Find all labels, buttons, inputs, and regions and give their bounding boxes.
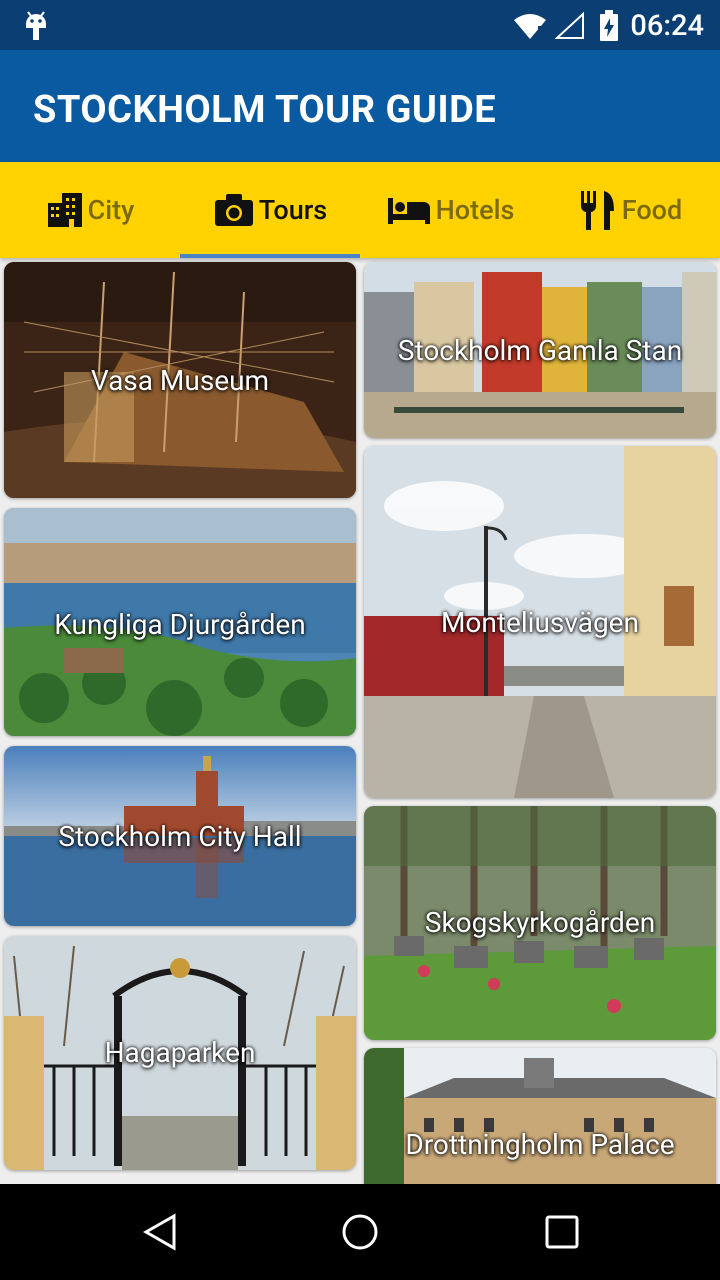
card-title: Hagaparken [104, 1036, 256, 1069]
back-icon[interactable] [140, 1212, 180, 1252]
tab-hotels-label: Hotels [435, 194, 515, 226]
card-title: Skogskyrkogården [424, 906, 656, 939]
camera-icon [214, 194, 253, 226]
places-grid: Vasa Museum Kungliga Djurgården Stockhol [0, 258, 720, 1184]
tab-bar: City Tours Hotels Food [0, 162, 720, 258]
status-time: 06:24 [630, 9, 704, 43]
card-vasa-museum[interactable]: Vasa Museum [4, 262, 356, 498]
card-title: Kungliga Djurgården [54, 608, 306, 641]
tab-hotels[interactable]: Hotels [360, 162, 540, 258]
app-bar: STOCKHOLM TOUR GUIDE [0, 50, 720, 162]
card-stockholm-city-hall[interactable]: Stockholm City Hall [4, 746, 356, 926]
tab-city[interactable]: City [0, 162, 180, 258]
wifi-icon [514, 14, 546, 39]
card-hagaparken[interactable]: Hagaparken [4, 936, 356, 1170]
city-icon [47, 193, 82, 227]
tab-food[interactable]: Food [540, 162, 720, 258]
card-monteliusvagen[interactable]: Monteliusvägen [364, 446, 716, 798]
recents-icon[interactable] [542, 1212, 582, 1252]
app-title: STOCKHOLM TOUR GUIDE [33, 88, 497, 132]
card-stockholm-gamla-stan[interactable]: Stockholm Gamla Stan [364, 262, 716, 438]
card-title: Stockholm City Hall [58, 820, 302, 853]
home-icon[interactable] [340, 1212, 380, 1252]
tab-tours[interactable]: Tours [180, 162, 360, 258]
tab-tours-label: Tours [258, 194, 328, 226]
android-icon [26, 11, 46, 40]
card-title: Stockholm Gamla Stan [397, 334, 683, 367]
card-title: Monteliusvägen [440, 606, 639, 639]
fork-knife-icon [580, 191, 614, 230]
card-title: Vasa Museum [90, 364, 270, 397]
card-title: Drottningholm Palace [405, 1128, 675, 1161]
status-bar: 06:24 [0, 0, 720, 50]
navigation-bar [0, 1184, 720, 1280]
card-kungliga-djurgarden[interactable]: Kungliga Djurgården [4, 508, 356, 736]
tab-food-label: Food [621, 194, 683, 226]
bed-icon [387, 198, 430, 224]
signal-icon [555, 12, 584, 39]
battery-icon [600, 10, 618, 41]
drottningholm-palace-photo [364, 1048, 716, 1184]
card-drottningholm-palace[interactable]: Drottningholm Palace [364, 1048, 716, 1184]
tab-city-label: City [87, 194, 135, 226]
card-skogskyrkogarden[interactable]: Skogskyrkogården [364, 806, 716, 1040]
